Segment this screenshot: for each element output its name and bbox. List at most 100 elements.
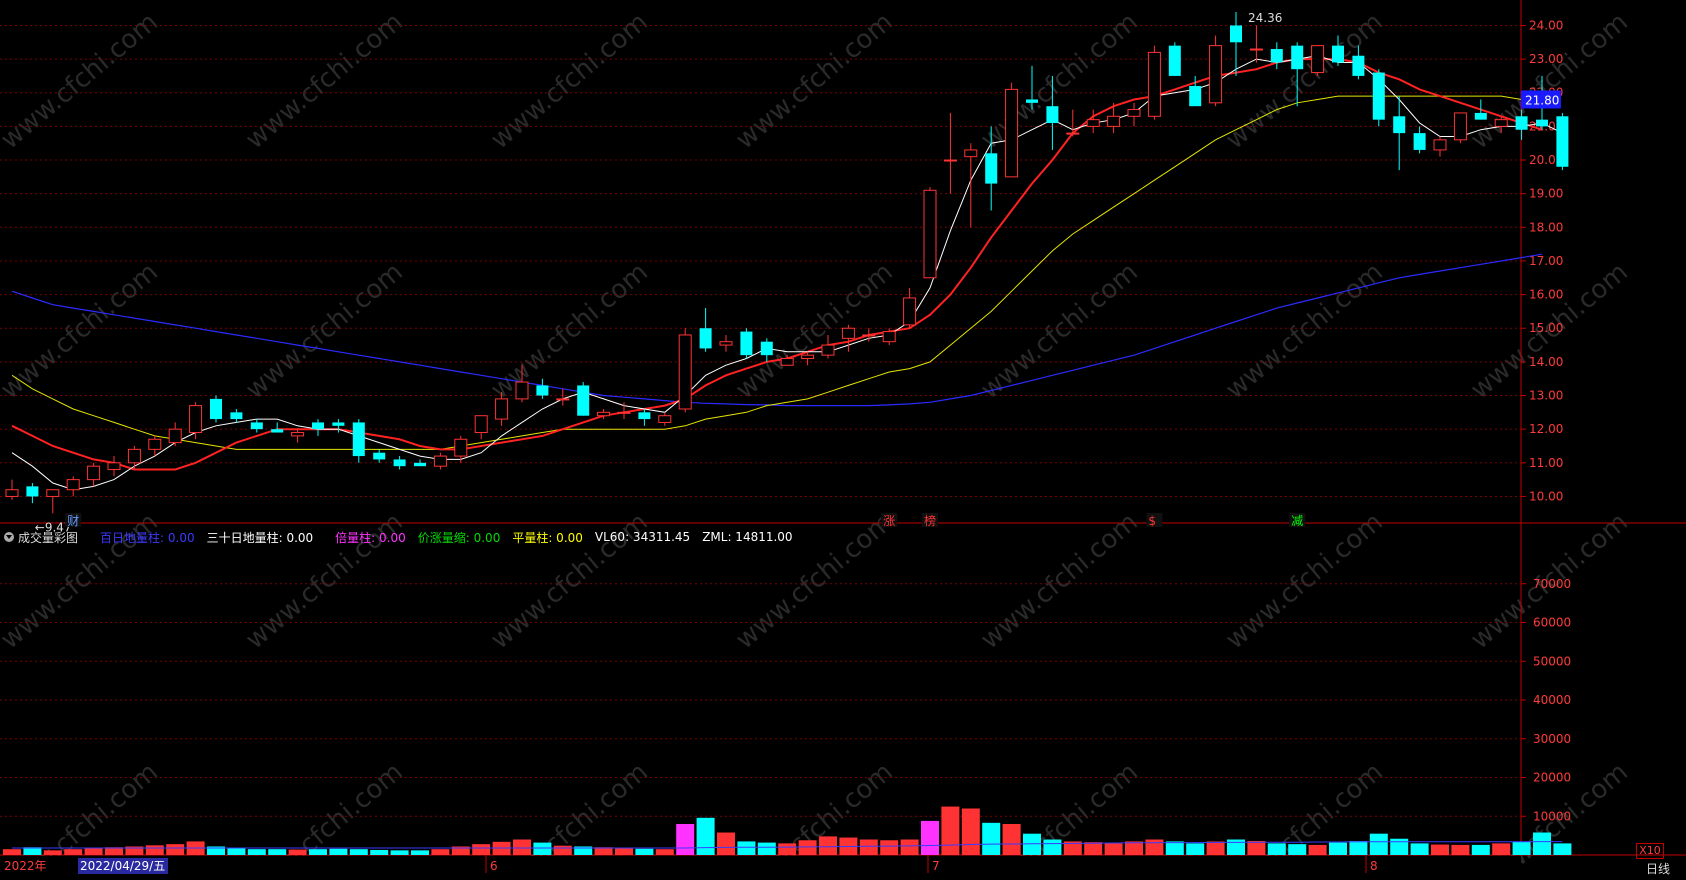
volume-bar (390, 850, 409, 855)
volume-bar (1247, 841, 1266, 855)
legend-item-double: 倍量柱: 0.00 (335, 530, 406, 545)
volume-bar (43, 850, 62, 855)
candle-body-down (210, 398, 222, 420)
candle-body-down (577, 385, 590, 416)
volume-bar (145, 845, 164, 855)
candle-body-down (1189, 86, 1202, 107)
watermark-text: www.cfchi.com (485, 257, 654, 405)
period-label[interactable]: 日线 (1646, 860, 1670, 877)
price-tick-label: 11.00 (1529, 456, 1563, 470)
candle-body-up (291, 432, 305, 437)
candle-body-down (985, 153, 998, 184)
candle-body-up (107, 462, 121, 471)
volume-bar (1084, 842, 1103, 855)
candle-body-down (1291, 45, 1304, 70)
legend-item-100day: 百日地量柱: 0.00 (100, 530, 195, 545)
candle-body-up (189, 405, 203, 434)
chart-stage: www.cfchi.com www.cfchi.com www.cfchi.com w… (0, 0, 1686, 880)
candle-body-up (658, 415, 672, 423)
candle-body-up (1127, 109, 1141, 117)
volume-bar (696, 817, 715, 855)
volume-tick-label: 70000 (1533, 577, 1571, 591)
candle-body-up (1249, 48, 1263, 51)
event-marker: 榜 (924, 513, 936, 528)
time-axis: 2022年 2022/04/29/五 6 7 8 (0, 855, 1521, 876)
price-tick-label: 14.00 (1529, 355, 1563, 369)
time-axis-label: 8 (1370, 859, 1378, 873)
volume-bar (268, 849, 287, 855)
candle-body-up (66, 479, 80, 491)
volume-bar (900, 839, 919, 855)
volume-bar (676, 824, 695, 855)
collapse-icon[interactable] (4, 532, 14, 542)
candle-body-up (821, 344, 835, 356)
candle-body-up (801, 354, 815, 360)
candle-body-down (1474, 112, 1487, 120)
candle-body-down (536, 385, 549, 396)
legend-item-30day: 三十日地量柱: 0.00 (206, 530, 314, 545)
candle-body-down (638, 412, 651, 420)
watermark-text: www.cfchi.com (1220, 7, 1389, 155)
watermark-text: www.cfchi.com (0, 7, 164, 155)
volume-bar (1145, 839, 1164, 855)
candle-body-down (332, 422, 345, 426)
time-axis-label: 7 (932, 859, 940, 873)
candle-body-up (127, 448, 141, 464)
volume-bar (349, 849, 368, 855)
candle-body-down (312, 422, 324, 430)
volume-bar (1227, 839, 1245, 855)
volume-bar (64, 849, 83, 855)
candle-body-up (148, 438, 162, 450)
watermark-layer: www.cfchi.com www.cfchi.com www.cfchi.com w… (0, 7, 1634, 880)
stock-chart[interactable]: www.cfchi.com www.cfchi.com www.cfchi.com w… (0, 0, 1686, 880)
candle-body-up (943, 159, 957, 162)
candle-body-down (1270, 49, 1283, 63)
candle-body-up (1107, 115, 1121, 127)
legend-item-vl60: VL60: 34311.45 (594, 530, 691, 544)
candle-body-down (760, 341, 773, 356)
price-tick-label: 24.00 (1529, 18, 1563, 32)
price-tick-label: 12.00 (1529, 422, 1563, 436)
price-tick-label: 16.00 (1529, 288, 1563, 302)
candle-body-down (230, 412, 243, 420)
candle-body-up (454, 438, 468, 457)
watermark-text: www.cfchi.com (730, 257, 899, 405)
event-marker: 减 (1291, 514, 1303, 528)
volume-bar (513, 839, 531, 855)
candle-body-up (1433, 139, 1447, 151)
candle-body-down (1413, 133, 1426, 150)
event-marker: 涨 (883, 513, 895, 528)
volume-bar (1165, 841, 1184, 855)
volume-bar (1267, 843, 1286, 855)
watermark-text: www.cfchi.com (1220, 507, 1389, 655)
candle-body-up (780, 358, 794, 366)
candle-body-down (1332, 45, 1344, 63)
candle-body-up (862, 334, 876, 337)
volume-bar (1431, 844, 1449, 855)
max-price-label: 24.36 (1248, 11, 1282, 25)
volume-bar (1349, 841, 1368, 855)
candle-body-up (433, 455, 447, 467)
candle-body-up (474, 415, 488, 434)
price-tick-label: 19.00 (1529, 187, 1563, 201)
candle-body-up (882, 331, 896, 343)
volume-bar (1002, 824, 1021, 855)
volume-bar (921, 820, 939, 855)
volume-bar (1553, 843, 1572, 855)
volume-bar (880, 840, 899, 855)
price-tick-label: 18.00 (1529, 220, 1563, 234)
candle-body-up (1311, 45, 1325, 74)
watermark-text: www.cfchi.com (240, 7, 409, 155)
volume-bar (859, 839, 878, 855)
candle-body-up (1005, 88, 1019, 178)
volume-bar (431, 849, 450, 855)
volume-bar (1471, 844, 1490, 855)
volume-bar (1533, 832, 1551, 855)
current-price-label: 21.80 (1525, 93, 1559, 107)
volume-bar (961, 808, 980, 855)
volume-tick-label: 10000 (1533, 809, 1571, 823)
volume-bar (1390, 838, 1409, 855)
volume-bar (3, 849, 21, 855)
candle-body-up (46, 489, 60, 497)
volume-bar (1125, 841, 1143, 855)
